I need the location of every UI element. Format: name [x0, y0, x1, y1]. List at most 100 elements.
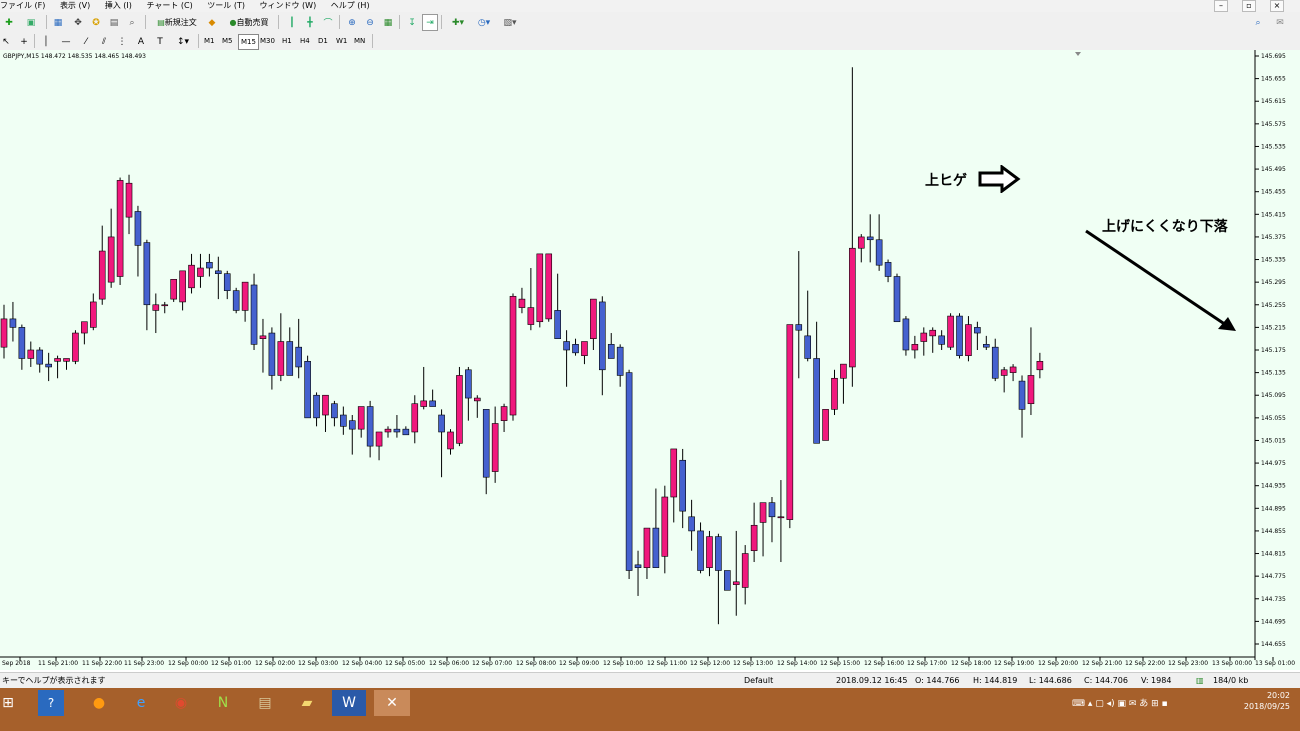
candle-body	[724, 570, 731, 591]
firefox-icon[interactable]: ●	[82, 690, 116, 716]
candle-body	[241, 281, 249, 311]
candle-body	[250, 284, 258, 345]
chart-shift-icon[interactable]: ⇥	[422, 14, 438, 31]
candle-body	[456, 375, 463, 444]
candle-body	[232, 290, 240, 311]
chat-icon[interactable]: ✉	[1270, 14, 1290, 31]
candle-body	[322, 394, 329, 416]
candle-body	[90, 301, 97, 328]
minimize-icon[interactable]: –	[1214, 0, 1228, 12]
candle-body	[866, 236, 874, 241]
y-tick-label: 145.055	[1261, 415, 1286, 422]
menu-item-view[interactable]: 表示 (V)	[60, 0, 90, 12]
periods-icon[interactable]: ◷▾	[472, 14, 496, 31]
templates-icon[interactable]: ▧▾	[498, 14, 522, 31]
help-app-icon[interactable]: ?	[38, 690, 64, 716]
candle-body	[152, 304, 160, 311]
candle-body	[304, 361, 311, 419]
channel-icon[interactable]: ⫽	[96, 33, 112, 50]
timeframe-w1[interactable]: W1	[334, 34, 349, 48]
zoom-in-icon[interactable]: ⊕	[344, 14, 360, 31]
menu-item-chart[interactable]: チャート (C)	[146, 0, 192, 12]
new-order-button[interactable]: ▤ 新規注文	[150, 14, 204, 31]
menu-item-help[interactable]: ヘルプ (H)	[331, 0, 370, 12]
timeframe-m5[interactable]: M5	[220, 34, 235, 48]
candle-body	[616, 346, 624, 376]
data-window-icon[interactable]: ✥	[70, 14, 86, 31]
y-tick-label: 145.215	[1261, 324, 1286, 331]
trendline-icon[interactable]: ⁄	[78, 33, 94, 50]
y-tick-label: 145.455	[1261, 189, 1286, 196]
candle-body	[732, 581, 740, 585]
timeframe-h4[interactable]: H4	[298, 34, 312, 48]
candle-body	[875, 239, 883, 266]
ie-icon[interactable]: e	[124, 690, 158, 716]
y-tick-label: 144.695	[1261, 618, 1286, 625]
candle-body	[804, 335, 812, 359]
candle-body	[920, 332, 928, 342]
bar-chart-icon[interactable]: ┃	[284, 14, 300, 31]
timeframe-h1[interactable]: H1	[280, 34, 294, 48]
candle-body	[670, 448, 678, 498]
word-icon[interactable]: W	[332, 690, 366, 716]
candle-body	[982, 344, 990, 348]
candle-body	[473, 397, 481, 402]
fibonacci-icon[interactable]: ⋮	[114, 33, 130, 50]
chrome-icon[interactable]: ◉	[164, 690, 198, 716]
restore-icon[interactable]: ▫	[1242, 0, 1256, 12]
tile-windows-icon[interactable]: ▦	[380, 14, 396, 31]
y-tick-label: 144.855	[1261, 528, 1286, 535]
menu-item-window[interactable]: ウィンドウ (W)	[260, 0, 317, 12]
horizontal-line-icon[interactable]: —	[58, 33, 74, 50]
line-chart-icon[interactable]: ⌒	[320, 14, 336, 31]
auto-scroll-icon[interactable]: ↧	[404, 14, 420, 31]
candle-body	[929, 329, 937, 337]
label-icon[interactable]: T	[152, 33, 168, 50]
terminal-icon[interactable]: ▤	[106, 14, 122, 31]
windows-start-icon[interactable]: ⊞	[0, 690, 16, 716]
status-datetime: 2018.09.12 16:45	[836, 676, 908, 685]
meta-editor-icon[interactable]: ◆	[204, 14, 220, 31]
candle-body	[706, 536, 713, 568]
y-tick-label: 144.735	[1261, 596, 1286, 603]
auto-trading-button[interactable]: ● 自動売買	[222, 14, 276, 31]
arrows-icon[interactable]: ↕▾	[172, 33, 194, 50]
new-chart-icon[interactable]: ✚	[0, 14, 18, 31]
profiles-icon[interactable]: ▣	[20, 14, 42, 31]
menu-item-file[interactable]: ファイル (F)	[0, 0, 45, 12]
search-icon[interactable]: ⌕	[1250, 14, 1266, 31]
mt4-taskbar-icon[interactable]: ✕	[374, 690, 410, 716]
vertical-line-icon[interactable]: │	[40, 33, 52, 50]
market-watch-icon[interactable]: ▦	[50, 14, 66, 31]
indicators-icon[interactable]: ✚▾	[446, 14, 470, 31]
chart-window[interactable]: 145.695 145.655 145.615 145.575 145.535 145.4…	[0, 50, 1300, 670]
crosshair-icon[interactable]: +	[16, 33, 32, 50]
menu-item-insert[interactable]: 挿入 (I)	[105, 0, 132, 12]
close-icon[interactable]: ×	[1270, 0, 1284, 12]
price-chart[interactable]: 145.695 145.655 145.615 145.575 145.535 145.4…	[0, 50, 1300, 670]
folder-icon[interactable]: ▰	[290, 690, 324, 716]
candlestick-icon[interactable]: ╋	[302, 14, 318, 31]
x-tick-label: 12 Sep 18:00	[951, 660, 991, 667]
timeframe-mn[interactable]: MN	[352, 34, 367, 48]
x-tick-label: 12 Sep 14:00	[777, 660, 817, 667]
status-volume: V: 1984	[1141, 676, 1172, 685]
strategy-tester-icon[interactable]: ⌕	[124, 14, 140, 31]
timeframe-m15[interactable]: M15	[238, 34, 259, 50]
cursor-icon[interactable]: ↖	[0, 33, 12, 50]
navigator-icon[interactable]: ✪	[88, 14, 104, 31]
app-n-icon[interactable]: N	[206, 690, 240, 716]
explorer-icon[interactable]: ▤	[248, 690, 282, 716]
y-tick-label: 145.415	[1261, 211, 1286, 218]
x-tick-label: 12 Sep 15:00	[820, 660, 860, 667]
text-icon[interactable]: A	[134, 33, 148, 50]
zoom-out-icon[interactable]: ⊖	[362, 14, 378, 31]
timeframe-d1[interactable]: D1	[316, 34, 330, 48]
candle-body	[652, 527, 660, 568]
timeframe-m1[interactable]: M1	[202, 34, 217, 48]
timeframe-m30[interactable]: M30	[258, 34, 277, 48]
x-tick-label: 12 Sep 06:00	[429, 660, 469, 667]
menu-item-tools[interactable]: ツール (T)	[207, 0, 245, 12]
candle-body	[849, 247, 856, 368]
chart-symbol-header: GBPJPY,M15 148.472 148.535 148.465 148.4…	[3, 53, 146, 60]
